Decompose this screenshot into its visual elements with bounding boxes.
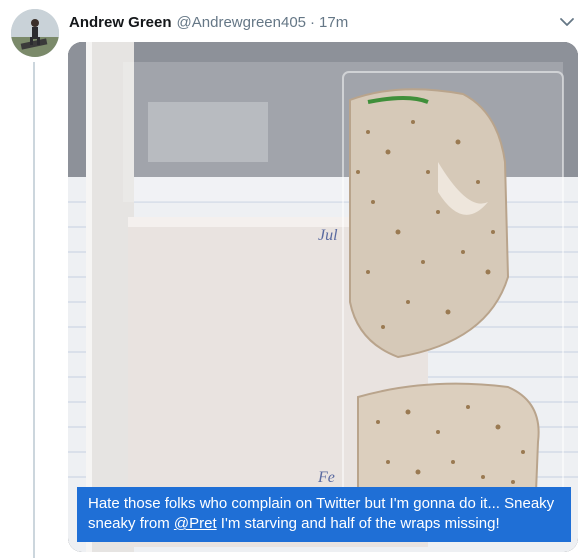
tweet-photo[interactable]: Jul Fe Hate those folks who complain on … — [68, 42, 578, 552]
author-handle[interactable]: @Andrewgreen405 — [177, 14, 306, 31]
avatar[interactable] — [11, 9, 59, 57]
more-options-button[interactable] — [558, 13, 576, 31]
tweet: Andrew Green @Andrewgreen405 · 17m Jul F… — [0, 0, 586, 558]
avatar-photo — [11, 9, 59, 57]
tweet-header: Andrew Green @Andrewgreen405 · 17m — [69, 12, 556, 32]
mention-link[interactable]: @Pret — [174, 515, 217, 532]
note-scrawl-2: Fe — [317, 469, 335, 486]
photo-caption: Hate those folks who complain on Twitter… — [77, 487, 571, 542]
timestamp[interactable]: 17m — [319, 14, 348, 31]
note-scrawl-1: Jul — [318, 227, 338, 244]
caption-text-end: I'm starving and half of the wraps missi… — [216, 515, 500, 532]
chevron-down-icon — [560, 18, 574, 26]
photo-wraps-in-packaging: Jul Fe — [68, 42, 578, 552]
author-name[interactable]: Andrew Green — [69, 14, 172, 31]
thread-line — [33, 62, 35, 558]
separator-dot: · — [310, 13, 316, 31]
